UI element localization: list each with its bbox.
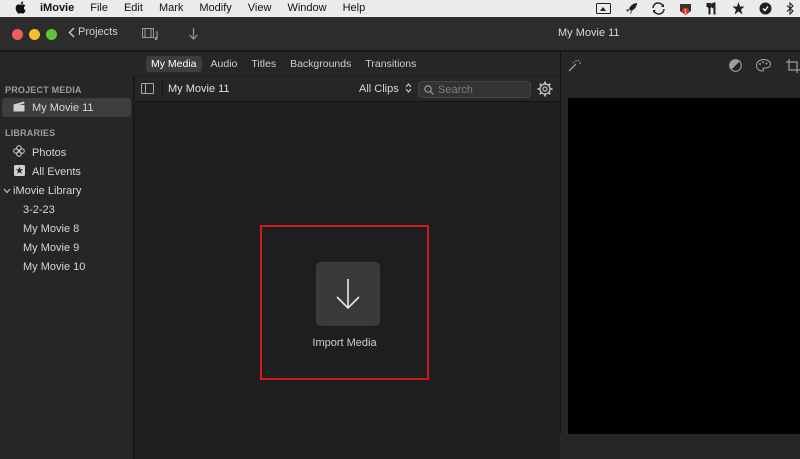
clip-filter-value: All Clips bbox=[359, 83, 399, 95]
window-controls bbox=[12, 29, 57, 40]
sidebar-item-photos[interactable]: Photos bbox=[0, 143, 133, 162]
clip-filter-select[interactable]: All Clips bbox=[359, 83, 412, 95]
sidebar-toggle-icon[interactable] bbox=[141, 83, 154, 94]
shield-icon[interactable] bbox=[759, 2, 772, 15]
color-balance-icon[interactable] bbox=[729, 59, 742, 75]
star-icon[interactable] bbox=[732, 2, 745, 15]
screen-mirror-icon[interactable] bbox=[596, 3, 611, 14]
apple-menu-icon[interactable] bbox=[0, 1, 40, 17]
browser-tabs: My Media Audio Titles Backgrounds Transi… bbox=[0, 52, 560, 76]
sidebar-item-event[interactable]: My Movie 10 bbox=[0, 257, 133, 276]
window-title: My Movie 11 bbox=[558, 27, 620, 39]
sidebar-item-event[interactable]: My Movie 8 bbox=[0, 219, 133, 238]
header-divider bbox=[162, 80, 163, 99]
viewer-toolbar bbox=[560, 52, 800, 98]
sidebar-item-library[interactable]: iMovie Library bbox=[0, 181, 133, 200]
viewer-footer bbox=[560, 434, 800, 459]
import-media-label: Import Media bbox=[312, 337, 377, 349]
menu-mark[interactable]: Mark bbox=[151, 0, 191, 17]
projects-label: Projects bbox=[78, 26, 118, 38]
menu-file[interactable]: File bbox=[82, 0, 116, 17]
sidebar-item-event[interactable]: My Movie 9 bbox=[0, 238, 133, 257]
media-browser-toggle-icon[interactable] bbox=[142, 27, 162, 44]
menu-bar: iMovie File Edit Mark Modify View Window… bbox=[0, 0, 800, 17]
projects-back-button[interactable]: Projects bbox=[68, 26, 118, 38]
tab-audio[interactable]: Audio bbox=[206, 56, 243, 72]
viewer-canvas bbox=[568, 98, 800, 434]
import-highlight-frame: Import Media bbox=[260, 225, 429, 380]
menu-view[interactable]: View bbox=[240, 0, 280, 17]
tab-backgrounds[interactable]: Backgrounds bbox=[285, 56, 356, 72]
chevron-left-icon bbox=[68, 27, 75, 37]
import-media-button[interactable] bbox=[316, 262, 380, 326]
sidebar-item-label: Photos bbox=[32, 146, 67, 159]
menu-modify[interactable]: Modify bbox=[191, 0, 239, 17]
project-media-header: PROJECT MEDIA bbox=[5, 85, 82, 95]
search-input[interactable] bbox=[438, 83, 524, 96]
tab-my-media[interactable]: My Media bbox=[146, 56, 202, 72]
up-down-chevron-icon bbox=[405, 83, 412, 93]
window-toolbar: Projects My Movie 11 bbox=[0, 17, 800, 51]
library-sidebar: PROJECT MEDIA My Movie 11 LIBRARIES Phot… bbox=[0, 76, 134, 459]
media-browser: Import Media bbox=[135, 103, 560, 459]
browser-title: My Movie 11 bbox=[168, 83, 230, 95]
magic-wand-icon[interactable] bbox=[567, 59, 581, 76]
star-box-icon bbox=[12, 164, 26, 179]
menu-window[interactable]: Window bbox=[279, 0, 334, 17]
import-arrow-icon[interactable] bbox=[188, 27, 199, 44]
menu-edit[interactable]: Edit bbox=[116, 0, 151, 17]
minimize-window-button[interactable] bbox=[29, 29, 40, 40]
sidebar-item-label: My Movie 11 bbox=[32, 101, 94, 114]
sidebar-item-label: iMovie Library bbox=[13, 184, 82, 197]
search-icon bbox=[424, 84, 434, 95]
close-window-button[interactable] bbox=[12, 29, 23, 40]
menu-app-name[interactable]: iMovie bbox=[40, 0, 82, 17]
clapperboard-icon bbox=[12, 101, 26, 115]
disclosure-chevron-icon[interactable] bbox=[3, 188, 13, 194]
sidebar-item-project[interactable]: My Movie 11 bbox=[2, 98, 131, 117]
browser-header: My Movie 11 All Clips bbox=[135, 77, 560, 102]
gear-icon[interactable] bbox=[536, 81, 553, 98]
color-palette-icon[interactable] bbox=[755, 58, 772, 75]
status-icons: 1 bbox=[596, 0, 794, 17]
viewer-edge bbox=[560, 98, 568, 434]
tools-icon[interactable] bbox=[706, 2, 718, 15]
sidebar-item-event[interactable]: 3-2-23 bbox=[0, 200, 133, 219]
search-field bbox=[418, 81, 531, 98]
sidebar-item-all-events[interactable]: All Events bbox=[0, 162, 133, 181]
sync-icon[interactable] bbox=[652, 2, 665, 15]
tab-transitions[interactable]: Transitions bbox=[360, 56, 421, 72]
down-arrow-icon bbox=[336, 279, 360, 310]
zoom-window-button[interactable] bbox=[46, 29, 57, 40]
tab-titles[interactable]: Titles bbox=[246, 56, 281, 72]
menu-help[interactable]: Help bbox=[335, 0, 374, 17]
bluetooth-icon[interactable] bbox=[786, 2, 794, 15]
crop-icon[interactable] bbox=[786, 59, 800, 76]
rocket-icon[interactable] bbox=[625, 2, 638, 15]
notification-badge-icon[interactable]: 1 bbox=[679, 2, 692, 16]
sidebar-item-label: All Events bbox=[32, 165, 81, 178]
photos-flower-icon bbox=[12, 145, 26, 160]
libraries-header: LIBRARIES bbox=[5, 128, 56, 138]
